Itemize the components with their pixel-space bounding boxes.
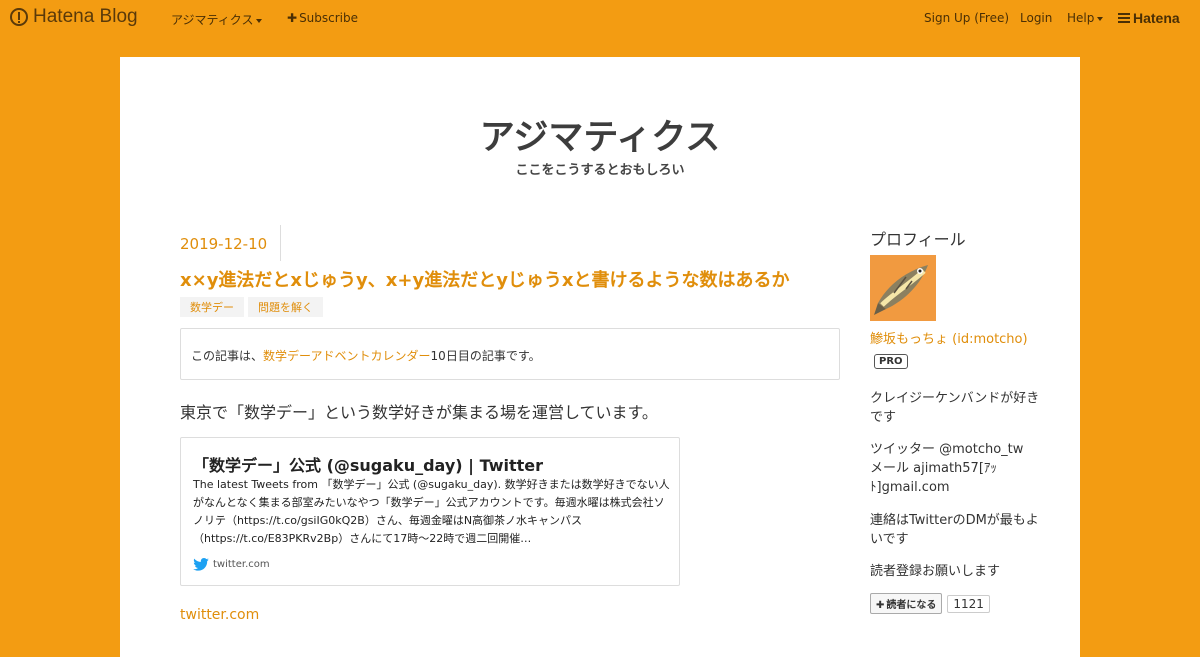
blog-description: ここをこうするとおもしろい bbox=[515, 163, 685, 178]
brand-name: Hatena Blog bbox=[33, 6, 138, 27]
profile-heading: プロフィール bbox=[870, 230, 966, 249]
blog-container: アジマティクス ここをこうするとおもしろい 2019-12-10 x×y進法だと… bbox=[120, 57, 1080, 657]
help-label: Help bbox=[1067, 11, 1095, 25]
profile-bio-subscribe: 読者登録お願いします bbox=[870, 564, 1001, 579]
blog-menu[interactable]: アジマティクス bbox=[171, 11, 263, 28]
notice-text: この記事は、数学デーアドベントカレンダー10日目の記事です。 bbox=[191, 347, 541, 364]
notice-suffix: 10日目の記事です。 bbox=[430, 349, 541, 363]
profile-bio-music: クレイジーケンバンドが好きです bbox=[870, 391, 1040, 425]
twitter-bird-icon bbox=[193, 558, 209, 571]
login-link[interactable]: Login bbox=[1020, 11, 1052, 25]
advent-calendar-notice: この記事は、数学デーアドベントカレンダー10日目の記事です。 bbox=[180, 328, 840, 380]
pro-badge: PRO bbox=[874, 354, 908, 369]
hatena-blog-logo[interactable]: Hatena Blog bbox=[10, 6, 138, 28]
hatena-logo[interactable]: Hatena bbox=[1118, 10, 1180, 26]
subscribe-reader-button[interactable]: ✚ 読者になる bbox=[870, 593, 943, 614]
embed-source-domain: twitter.com bbox=[213, 559, 270, 570]
hatena-label: Hatena bbox=[1133, 10, 1180, 26]
entry-tags: 数学デー 問題を解く bbox=[180, 297, 327, 317]
blog-title[interactable]: アジマティクス bbox=[120, 109, 1080, 160]
subscriber-count: 1121 bbox=[947, 594, 990, 613]
reader-subscribe: ✚ 読者になる 1121 bbox=[870, 593, 990, 614]
profile-bio-dm: 連絡はTwitterのDMが最もよいです bbox=[870, 513, 1039, 547]
caret-down-icon bbox=[256, 18, 263, 23]
entry-paragraph: 東京で「数学デー」という数学好きが集まる場を運営しています。 bbox=[180, 403, 658, 422]
plus-icon: ✚ bbox=[876, 600, 885, 611]
tag-problem-solving[interactable]: 問題を解く bbox=[248, 297, 323, 317]
caret-down-icon bbox=[1097, 16, 1104, 21]
entry-date[interactable]: 2019-12-10 bbox=[180, 235, 267, 253]
entry-title[interactable]: x×y進法だとxじゅうy、x+y進法だとyじゅうxと書けるような数はあるか bbox=[180, 266, 790, 292]
embed-title[interactable]: 「数学デー」公式 (@sugaku_day) | Twitter bbox=[193, 452, 543, 476]
signup-link[interactable]: Sign Up (Free) bbox=[924, 11, 1009, 25]
profile-email: メール ajimath57[ｱｯﾄ]gmail.com bbox=[870, 461, 997, 495]
plus-icon: ✚ bbox=[287, 11, 298, 25]
embed-source: twitter.com bbox=[193, 558, 270, 571]
subscribe-label: Subscribe bbox=[299, 11, 359, 25]
help-menu[interactable]: Help bbox=[1067, 11, 1104, 25]
twitter-site-link[interactable]: twitter.com bbox=[180, 607, 259, 623]
global-header: Hatena Blog アジマティクス ✚ Subscribe Sign Up (… bbox=[0, 0, 1200, 38]
subscribe-link[interactable]: ✚ Subscribe bbox=[287, 11, 358, 25]
hatena-mark-icon bbox=[1118, 11, 1130, 25]
twitter-embed-card[interactable]: 「数学デー」公式 (@sugaku_day) | Twitter The lat… bbox=[180, 437, 680, 586]
author-avatar[interactable] bbox=[870, 255, 936, 321]
date-divider bbox=[280, 225, 281, 261]
notice-prefix: この記事は、 bbox=[191, 349, 264, 363]
author-name-link[interactable]: 鯵坂もっちょ (id:motcho) bbox=[870, 328, 1028, 347]
advent-calendar-link[interactable]: 数学デーアドベントカレンダー bbox=[263, 349, 431, 363]
profile-bio-contact: ツイッター @motcho_tw メール ajimath57[ｱｯﾄ]gmail… bbox=[870, 440, 1050, 497]
profile-twitter: ツイッター @motcho_tw bbox=[870, 442, 1024, 457]
embed-description: The latest Tweets from 「数学デー」公式 (@sugaku… bbox=[193, 478, 670, 545]
exclamation-circle-icon bbox=[10, 8, 28, 26]
subscribe-reader-label: 読者になる bbox=[886, 600, 937, 611]
fish-avatar-icon bbox=[870, 255, 936, 321]
blog-menu-label: アジマティクス bbox=[171, 13, 254, 27]
tag-sugaku-day[interactable]: 数学デー bbox=[180, 297, 244, 317]
